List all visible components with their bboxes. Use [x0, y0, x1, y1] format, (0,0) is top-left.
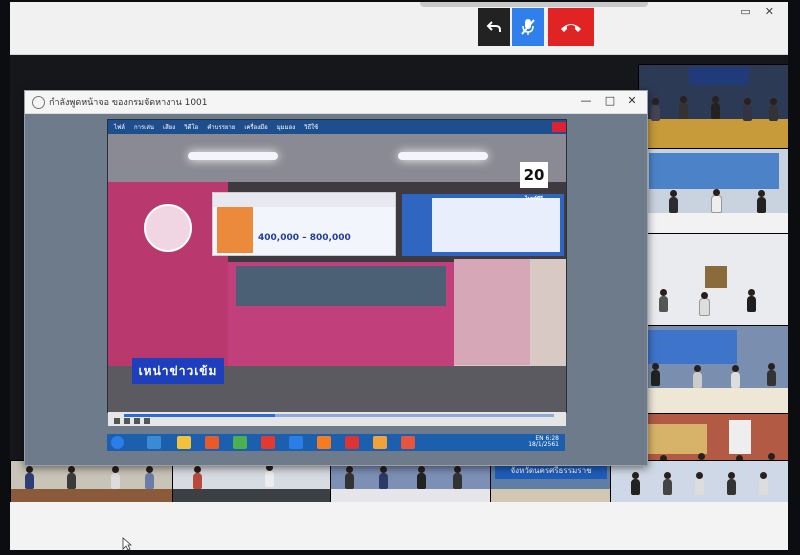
- menu-item[interactable]: ไฟล์: [114, 122, 125, 132]
- restore-icon[interactable]: ▭: [740, 5, 750, 18]
- participant-tile-9[interactable]: จังหวัดนครศรีธรรมราช: [490, 460, 612, 504]
- toolbar-handle[interactable]: [420, 2, 648, 7]
- participant-tile-6[interactable]: [10, 460, 174, 504]
- seek-bar[interactable]: [124, 414, 554, 417]
- start-icon[interactable]: [111, 436, 124, 449]
- maximize-button[interactable]: □: [603, 94, 617, 107]
- back-button[interactable]: [478, 8, 510, 46]
- inner-menubar: ไฟล์ การเล่น เสียง วิดีโอ คำบรรยาย เครื่…: [108, 120, 566, 134]
- participant-tile-1[interactable]: [638, 64, 788, 150]
- channel-number: 20: [523, 166, 545, 184]
- app-icon-red[interactable]: [261, 436, 275, 449]
- close-icon[interactable]: ✕: [765, 5, 774, 18]
- mute-button[interactable]: [512, 8, 544, 46]
- inner-player-window: ไฟล์ การเล่น เสียง วิดีโอ คำบรรยาย เครื่…: [107, 119, 567, 426]
- app-icon-red-2[interactable]: [345, 436, 359, 449]
- monitor-bezel: ▭ ✕ จังหวัดนครศรีธรรมราช กำลังพูดหน้าจอ …: [0, 0, 800, 555]
- participant-tile-7[interactable]: [172, 460, 332, 504]
- folder-icon[interactable]: [177, 436, 191, 449]
- call-controls: [478, 8, 594, 46]
- participant-tile-4[interactable]: [638, 325, 788, 415]
- ie-icon[interactable]: [147, 436, 161, 449]
- mouse-cursor-icon: [122, 537, 132, 550]
- app-icon-vlc[interactable]: [401, 436, 415, 449]
- player-body: ไฟล์ การเล่น เสียง วิดีโอ คำบรรยาย เครื่…: [25, 114, 647, 465]
- windows-taskbar: EN 6:28 18/1/2561: [107, 434, 565, 451]
- ad-amount: 400,000 – 800,000: [258, 233, 351, 243]
- top-window-controls: ▭ ✕: [740, 5, 774, 18]
- menu-item[interactable]: คำบรรยาย: [207, 122, 235, 132]
- video-frame[interactable]: 400,000 – 800,000 20 ไบรท์ทีวี เหน่าข่าว…: [108, 134, 566, 412]
- menu-item[interactable]: วิธีใช้: [304, 122, 318, 132]
- phone-hangup-icon: [561, 24, 581, 32]
- scene-counter: [228, 262, 454, 366]
- conference-toolbar: ▭ ✕: [10, 2, 788, 55]
- close-button[interactable]: ✕: [625, 94, 639, 107]
- scene-light: [188, 152, 278, 160]
- participant-tile-3[interactable]: [638, 233, 788, 327]
- player-titlebar[interactable]: กำลังพูดหน้าจอ ของกรมจัดหางาน 1001 — □ ✕: [25, 91, 647, 114]
- menu-item[interactable]: การเล่น: [134, 122, 154, 132]
- chrome-icon[interactable]: [233, 436, 247, 449]
- app-icon: [32, 96, 45, 109]
- pause-icon[interactable]: [114, 418, 120, 424]
- player-title: กำลังพูดหน้าจอ ของกรมจัดหางาน 1001: [49, 98, 208, 108]
- channel-logo: 20 ไบรท์ทีวี: [520, 162, 548, 202]
- screen: ▭ ✕ จังหวัดนครศรีธรรมราช กำลังพูดหน้าจอ …: [10, 2, 788, 550]
- app-icon-orange[interactable]: [373, 436, 387, 449]
- return-arrow-icon: [486, 21, 501, 32]
- menu-item[interactable]: มุมมอง: [277, 122, 295, 132]
- minimize-button[interactable]: —: [579, 94, 593, 107]
- hangup-button[interactable]: [548, 8, 594, 46]
- scene-ceiling: [108, 134, 566, 182]
- scene-light: [398, 152, 488, 160]
- menu-item[interactable]: เครื่องมือ: [244, 122, 267, 132]
- stop-icon[interactable]: [124, 418, 130, 424]
- media-icon[interactable]: [205, 436, 219, 449]
- next-icon[interactable]: [144, 418, 150, 424]
- participant-tile-2[interactable]: [638, 148, 788, 235]
- participant-tile-8[interactable]: [330, 460, 492, 504]
- firefox-icon[interactable]: [317, 436, 331, 449]
- ad-banner-left: 400,000 – 800,000: [212, 192, 396, 256]
- prev-icon[interactable]: [134, 418, 140, 424]
- channel-sub: ไบรท์ทีวี: [525, 196, 543, 202]
- app-icon-blue[interactable]: [289, 436, 303, 449]
- menu-item[interactable]: เสียง: [163, 122, 175, 132]
- media-player-window[interactable]: กำลังพูดหน้าจอ ของกรมจัดหางาน 1001 — □ ✕…: [24, 90, 648, 466]
- notice-board: [454, 259, 530, 365]
- system-tray: EN 6:28 18/1/2561: [528, 436, 559, 448]
- playback-controls: [108, 412, 566, 426]
- menu-item[interactable]: วิดีโอ: [184, 122, 198, 132]
- news-program-logo: เหน่าข่าวเข้ม: [132, 358, 224, 384]
- tray-date: 18/1/2561: [528, 441, 559, 448]
- inner-close-button[interactable]: [552, 122, 566, 132]
- ministry-seal: [144, 204, 192, 252]
- microphone-off-icon: [521, 19, 535, 35]
